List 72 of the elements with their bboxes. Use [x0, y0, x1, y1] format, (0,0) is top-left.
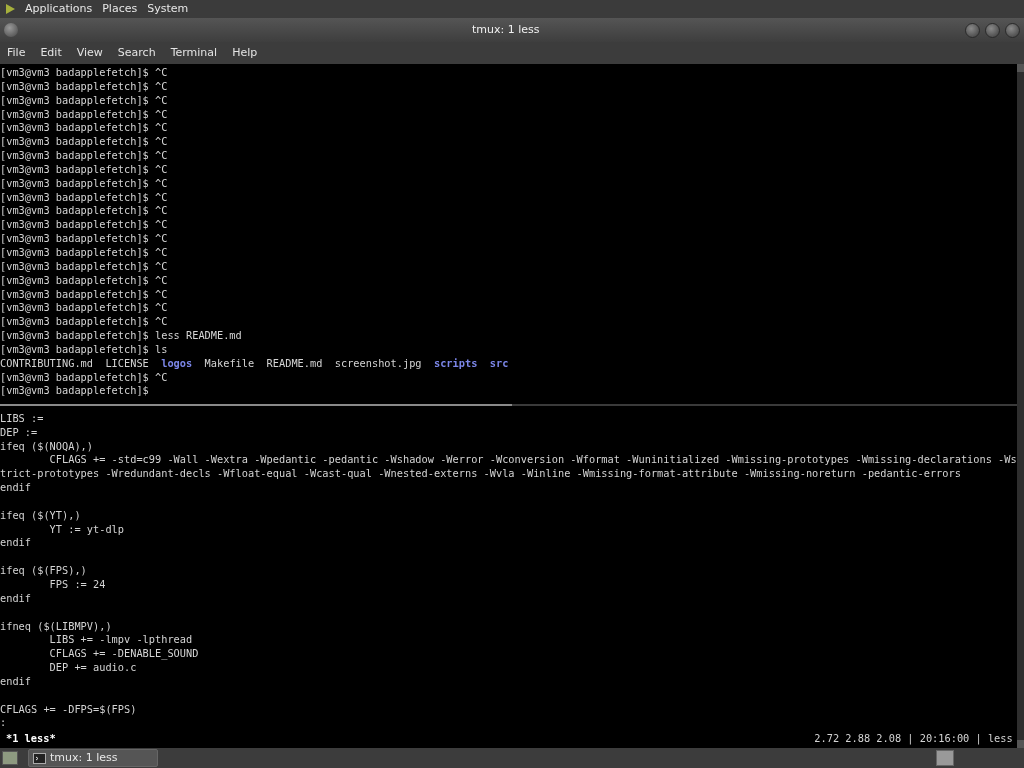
- terminal-line: [vm3@vm3 badapplefetch]$ ^C: [0, 66, 168, 78]
- minimize-button[interactable]: [965, 22, 980, 38]
- terminal-line: endif: [0, 674, 31, 687]
- terminal-line: [vm3@vm3 badapplefetch]$ ^C: [0, 135, 168, 148]
- terminal-line: [vm3@vm3 badapplefetch]$ less README.md: [0, 329, 242, 342]
- terminal-line: DEP :=: [0, 425, 38, 438]
- panel-menu[interactable]: System: [147, 0, 189, 18]
- menu-item[interactable]: Edit: [40, 44, 62, 62]
- terminal-line: LIBS += -lmpv -lpthread: [48, 633, 193, 646]
- window-menu-icon[interactable]: [4, 23, 18, 37]
- tmux-window-tab[interactable]: *1 less*: [6, 731, 56, 746]
- menu-item[interactable]: Search: [117, 44, 156, 62]
- terminal-line: [vm3@vm3 badapplefetch]$ ^C: [0, 107, 168, 120]
- file-name: screenshot.jpg: [334, 356, 422, 371]
- terminal-line: [vm3@vm3 badapplefetch]$ ^C: [0, 162, 168, 175]
- panel-menu[interactable]: Places: [102, 0, 138, 18]
- terminal-line: :: [0, 716, 7, 729]
- terminal-line: LIBS :=: [0, 411, 44, 424]
- directory-name: scripts: [433, 356, 478, 371]
- terminal-line: CFLAGS += -DENABLE_SOUND: [48, 647, 199, 660]
- terminal-line: [vm3@vm3 badapplefetch]$ ^C: [0, 218, 168, 231]
- file-name: LICENSE: [105, 356, 149, 371]
- terminal-line: [vm3@vm3 badapplefetch]$ ^C: [0, 121, 168, 134]
- terminal-line: CFLAGS += -DFPS=$(FPS): [0, 702, 137, 715]
- menu-item[interactable]: Terminal: [170, 44, 218, 62]
- terminal-line: [vm3@vm3 badapplefetch]$ ^C: [0, 93, 168, 106]
- terminal-line: FPS := 24: [48, 577, 106, 590]
- directory-name: logos: [161, 356, 193, 371]
- file-name: CONTRIBUTING.md: [0, 356, 93, 371]
- menu-item[interactable]: Help: [232, 44, 258, 62]
- terminal-line: [vm3@vm3 badapplefetch]$ ^C: [0, 79, 168, 92]
- terminal-line: [vm3@vm3 badapplefetch]$ ^C: [0, 176, 168, 189]
- terminal-line: DEP += audio.c: [48, 661, 137, 674]
- terminal-line: [vm3@vm3 badapplefetch]$ ^C: [0, 190, 168, 203]
- terminal-line: ifneq ($(LIBMPV),): [0, 619, 112, 632]
- terminal-line: [vm3@vm3 badapplefetch]$ ^C: [0, 245, 168, 258]
- scrollbar[interactable]: [1016, 64, 1024, 748]
- terminal-icon: [33, 752, 46, 764]
- menu-item[interactable]: View: [76, 44, 103, 62]
- close-button[interactable]: [1005, 22, 1020, 38]
- terminal-line: [vm3@vm3 badapplefetch]$ ls: [0, 342, 168, 355]
- terminal-line: [vm3@vm3 badapplefetch]$ ^C: [0, 370, 168, 383]
- terminal-line: ifeq ($(YT),): [0, 508, 81, 521]
- terminal-line: trict-prototypes -Wredundant-decls -Wfloat-equal -Wcast-qual -Wnested-externs -Wvla -Winline -Wmissing-format-attribute -Wmissing-noreturn -pedantic-errors: [0, 467, 961, 480]
- maximize-button[interactable]: [985, 22, 1000, 38]
- terminal-line: [vm3@vm3 badapplefetch]$ ^C: [0, 259, 168, 272]
- menu-item[interactable]: File: [7, 44, 26, 62]
- tray-icon[interactable]: [936, 750, 954, 766]
- file-name: README.md: [266, 356, 323, 371]
- terminal-line: ifeq ($(NOQA),): [0, 439, 93, 452]
- terminal-line: endif: [0, 481, 31, 494]
- window-title: tmux: 1 less: [472, 21, 540, 38]
- terminal-line: endif: [0, 536, 31, 549]
- terminal-line: [vm3@vm3 badapplefetch]$ ^C: [0, 287, 168, 300]
- show-desktop-icon[interactable]: [2, 751, 18, 765]
- terminal-line: [vm3@vm3 badapplefetch]$ ^C: [0, 273, 168, 286]
- directory-name: src: [489, 356, 509, 371]
- terminal-line: endif: [0, 591, 31, 604]
- terminal-line: [vm3@vm3 badapplefetch]$ ^C: [0, 149, 168, 162]
- file-name: Makefile: [204, 356, 255, 371]
- terminal-line: [vm3@vm3 badapplefetch]$ ^C: [0, 301, 168, 314]
- terminal-line: [vm3@vm3 badapplefetch]$: [0, 384, 149, 397]
- terminal-line: ifeq ($(FPS),): [0, 564, 87, 577]
- terminal-line: YT := yt-dlp: [48, 522, 124, 535]
- terminal-line: [vm3@vm3 badapplefetch]$ ^C: [0, 315, 168, 328]
- play-icon: [6, 4, 15, 14]
- tmux-status-info: 2.72 2.88 2.08 | 20:16:00 | less: [814, 731, 1013, 746]
- terminal-line: [vm3@vm3 badapplefetch]$ ^C: [0, 204, 168, 217]
- terminal-line: [vm3@vm3 badapplefetch]$ ^C: [0, 232, 168, 245]
- panel-menu[interactable]: Applications: [25, 0, 93, 18]
- terminal-line: CFLAGS += -std=c99 -Wall -Wextra -Wpedantic -pedantic -Wshadow -Werror -Wconversion -Wformat -Wuninitialized -Wmissing-prototypes -Wmissing-declarations -Ws: [48, 453, 1017, 466]
- taskbar-task[interactable]: tmux: 1 less: [28, 749, 158, 767]
